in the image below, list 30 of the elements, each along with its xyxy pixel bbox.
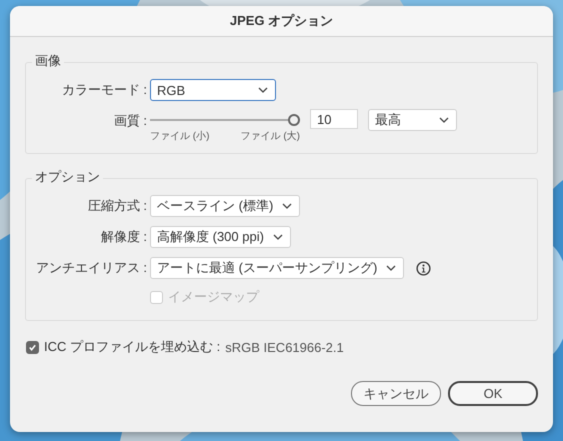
chevron-icon [282, 203, 292, 209]
checkbox-label: イメージマップ [168, 288, 259, 306]
quality-input[interactable]: 10 [310, 109, 358, 129]
slider-max-label: ファイル (大) [240, 130, 300, 143]
group-title: 画像 [32, 52, 64, 70]
profile-name: sRGB IEC61966-2.1 [225, 340, 344, 354]
chevron-icon [386, 265, 396, 271]
checkbox-label: ICC プロファイルを埋め込む : [44, 338, 220, 356]
window-title: JPEG オプション [230, 12, 334, 30]
option-select[interactable]: 高解像度 (300 ppi) [150, 226, 291, 248]
field-label: 解像度 : [100, 228, 147, 246]
group-title: オプション [32, 168, 103, 186]
check-icon [28, 342, 37, 352]
chevron-icon [272, 234, 283, 240]
color-mode-select[interactable]: RGB [150, 79, 276, 101]
field-label: 画質 : [114, 112, 147, 130]
option-select[interactable]: アートに最適 (スーパーサンプリング) [150, 257, 404, 279]
field-label: 圧縮方式 : [88, 197, 147, 215]
quality-preset-select[interactable]: 最高 [368, 109, 457, 131]
chevron-icon [258, 87, 268, 93]
option-select[interactable]: ベースライン (標準) [150, 195, 300, 217]
dialog-button[interactable]: キャンセル [351, 381, 441, 406]
dialog-button[interactable]: OK [448, 381, 538, 406]
field-label: アンチエイリアス : [36, 259, 147, 277]
info-icon[interactable] [416, 260, 432, 276]
slider-min-label: ファイル (小) [150, 130, 210, 143]
chevron-icon [439, 117, 449, 123]
slider-thumb[interactable] [288, 114, 300, 126]
field-label: カラーモード : [62, 81, 147, 99]
checkbox[interactable] [26, 340, 39, 354]
